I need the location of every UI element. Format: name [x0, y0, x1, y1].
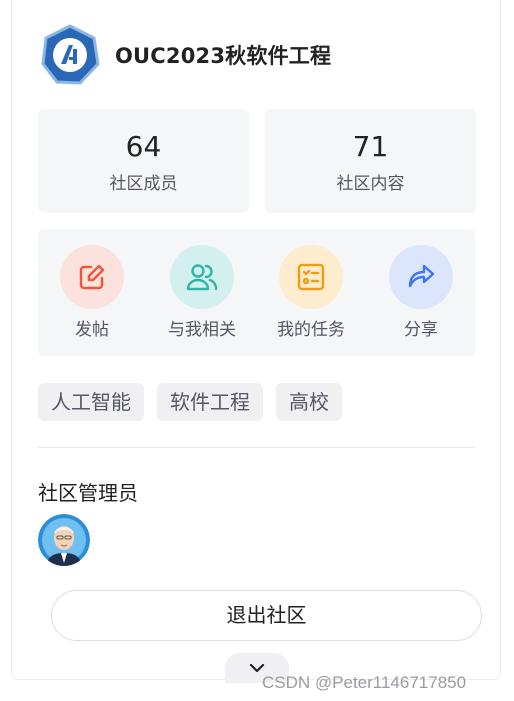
members-stat[interactable]: 64 社区成员	[38, 109, 249, 213]
community-header: OUC2023秋软件工程	[39, 24, 331, 86]
share-action[interactable]: 分享	[371, 245, 471, 340]
tasks-action[interactable]: 我的任务	[261, 245, 361, 340]
community-title: OUC2023秋软件工程	[115, 44, 332, 68]
divider	[38, 447, 475, 448]
contents-count: 71	[352, 130, 389, 163]
exit-community-button[interactable]: 退出社区	[51, 590, 482, 641]
members-label: 社区成员	[109, 174, 178, 194]
tasks-label: 我的任务	[277, 320, 345, 340]
contents-label: 社区内容	[336, 174, 405, 194]
post-icon-circle	[60, 245, 124, 309]
tag-ai[interactable]: 人工智能	[38, 383, 144, 421]
tag-software-engineering[interactable]: 软件工程	[157, 383, 263, 421]
admin-section-title: 社区管理员	[38, 481, 138, 505]
users-icon	[186, 264, 218, 291]
edit-icon	[79, 264, 105, 290]
watermark: CSDN @Peter1146717850	[262, 673, 467, 692]
contents-stat[interactable]: 71 社区内容	[265, 109, 476, 213]
tag-list: 人工智能 软件工程 高校	[38, 383, 355, 421]
share-label: 分享	[404, 320, 438, 340]
quick-actions: 发帖 与我相关 我的任务 分享	[38, 229, 475, 356]
admin-avatar[interactable]	[38, 514, 90, 566]
post-action[interactable]: 发帖	[42, 245, 142, 340]
tasks-icon-circle	[279, 245, 343, 309]
members-count: 64	[125, 130, 162, 163]
share-icon	[408, 264, 435, 288]
admin-avatar-icon	[38, 514, 90, 566]
tag-university[interactable]: 高校	[276, 383, 342, 421]
chevron-down-icon	[249, 663, 265, 673]
community-logo-icon	[41, 24, 100, 85]
task-list-icon	[297, 263, 325, 291]
related-icon-circle	[170, 245, 234, 309]
share-icon-circle	[389, 245, 453, 309]
related-action[interactable]: 与我相关	[152, 245, 252, 340]
related-label: 与我相关	[168, 320, 236, 340]
post-label: 发帖	[75, 320, 109, 340]
